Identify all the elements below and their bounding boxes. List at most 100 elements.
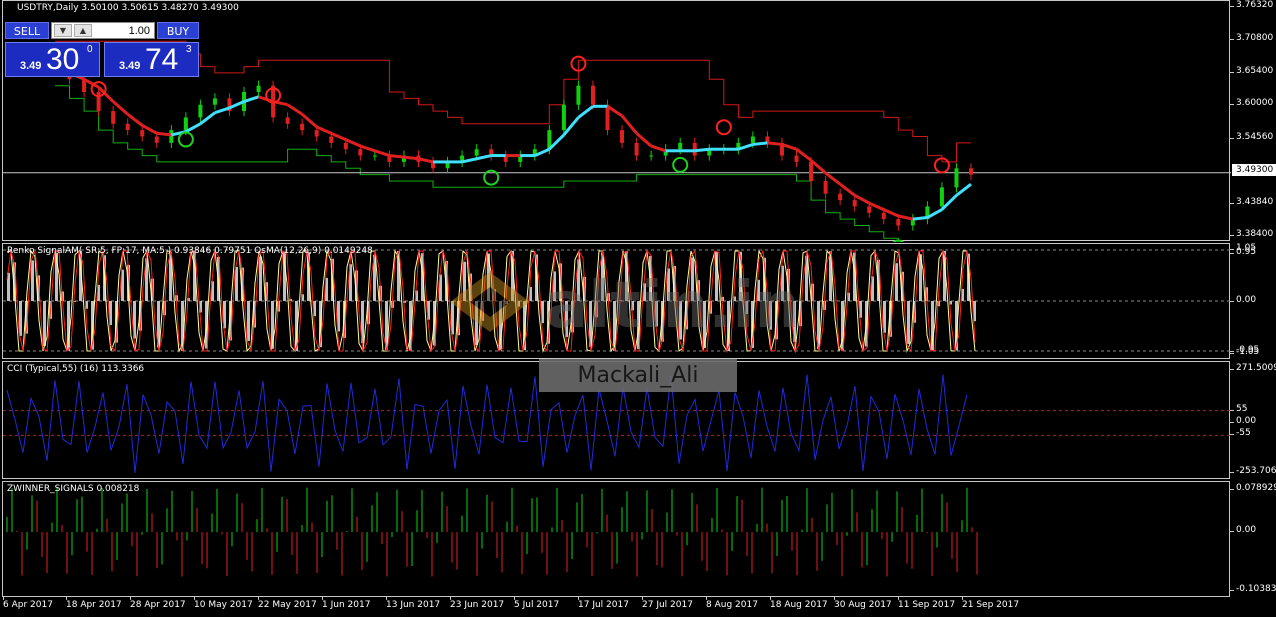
renko-histogram-bar [895, 263, 898, 301]
date-tick: 28 Apr 2017 [130, 597, 186, 610]
ma-line-segment [156, 131, 172, 137]
ma-line-segment [228, 100, 245, 110]
ma-line-segment [534, 147, 550, 157]
candle-body [750, 136, 755, 143]
sell-button[interactable]: SELL [5, 22, 49, 39]
altin-watermark-logo: altin.in [450, 269, 800, 342]
ma-line-segment [562, 116, 580, 136]
lot-size-input[interactable] [94, 23, 150, 38]
candle-body [620, 130, 625, 143]
zwinner-pane[interactable]: ZWINNER_SIGNALS 0.008218 [2, 481, 1230, 597]
date-tick: 18 Apr 2017 [66, 597, 122, 610]
zwinner-chart[interactable] [3, 482, 1231, 598]
sell-quote-prefix: 3.49 [20, 60, 42, 72]
price-axis: 3.76320 3.70800 3.65400 3.60000 3.54560 … [1229, 0, 1276, 241]
zwinner-axis: 0.078929 0.00 -0.103838 [1229, 481, 1276, 597]
ma-line-segment [810, 159, 827, 175]
candle-body [881, 212, 886, 220]
ma-line-segment [897, 214, 914, 221]
ma-line-segment [199, 111, 216, 125]
ma-line-segment [650, 144, 667, 153]
candle-body [838, 193, 843, 201]
buy-quote-fraction: 3 [186, 44, 192, 55]
ma-line-segment [883, 208, 899, 218]
lot-size-field: ▼ ▲ [51, 22, 155, 39]
sell-quote[interactable]: 3.49 30 0 [5, 42, 100, 77]
price-tick: 3.54560 [1229, 132, 1274, 142]
renko-histogram-bar [259, 256, 262, 301]
cci-tick: -253.7067 [1229, 466, 1276, 476]
ma-line-segment [112, 100, 129, 116]
ma-line-segment [345, 138, 361, 148]
ma-line-segment [752, 141, 768, 146]
candle-body [343, 142, 348, 150]
ma-line-segment [141, 124, 158, 135]
zw-tick: 0.00 [1229, 525, 1257, 535]
price-tick: 3.70800 [1229, 33, 1274, 43]
ma-line-segment [795, 148, 812, 162]
date-tick: 10 May 2017 [194, 597, 253, 610]
cci-line [6, 374, 968, 473]
buy-quote-prefix: 3.49 [119, 60, 141, 72]
date-tick: 21 Sep 2017 [962, 597, 1020, 610]
candle-body [314, 130, 319, 137]
cci-tick: -55 [1230, 428, 1251, 438]
ma-line-segment [694, 147, 710, 153]
candle-body [285, 117, 290, 124]
candle-body [372, 155, 377, 157]
ma-line-segment [853, 193, 870, 205]
ma-line-segment [781, 143, 797, 151]
candle-body [329, 136, 334, 143]
buy-quote-pips: 74 [145, 43, 179, 76]
chart-title: USDTRY,Daily 3.50100 3.50615 3.48270 3.4… [17, 3, 239, 13]
ma-line-segment [185, 122, 202, 134]
ma-line-segment [548, 133, 565, 151]
ma-line-segment [374, 149, 390, 157]
candle-body [678, 142, 683, 150]
ma-line-segment [824, 171, 842, 186]
candle-body [590, 85, 595, 105]
renko-histogram-bar [19, 301, 22, 336]
ma-line-segment [620, 114, 638, 135]
author-label: Mackali_Ali [539, 359, 737, 392]
lot-decrease-icon[interactable]: ▼ [54, 24, 72, 37]
renko-histogram-bar [43, 301, 46, 347]
ma-line-segment [243, 95, 260, 103]
ma-line-segment [839, 182, 856, 197]
buy-quote[interactable]: 3.49 74 3 [104, 42, 199, 77]
ma-line-segment [418, 157, 434, 164]
renko-histogram-bar [907, 301, 910, 344]
candle-body [823, 180, 828, 194]
cci-axis: 271.5009 55 0.00 -55 -253.7067 [1229, 361, 1276, 479]
lot-increase-icon[interactable]: ▲ [74, 24, 92, 37]
ma-line-segment [214, 106, 230, 115]
candle-body [198, 104, 203, 118]
ma-line-segment [912, 216, 928, 221]
candle-body [954, 168, 959, 188]
ma-line-segment [940, 194, 958, 211]
candle-body [634, 142, 639, 156]
date-tick: 18 Aug 2017 [770, 597, 828, 610]
price-tick: 3.38400 [1229, 229, 1274, 239]
renko-histogram-bar [235, 266, 238, 301]
one-click-trade-panel: SELL ▼ ▲ BUY 3.49 30 0 3.49 74 3 [5, 22, 199, 77]
date-tick: 17 Jul 2017 [578, 597, 629, 610]
sell-signal-icon [715, 119, 732, 136]
ma-line-segment [635, 132, 653, 148]
ma-line-segment [301, 113, 318, 129]
ma-line-segment [316, 125, 332, 135]
renko-tick: 0.00 [1229, 295, 1257, 305]
candle-body [125, 123, 130, 131]
ma-line-segment [403, 155, 419, 161]
ma-line-segment [577, 105, 594, 119]
candle-body [300, 123, 305, 131]
ma-line-segment [868, 201, 885, 211]
candle-body [852, 200, 857, 207]
sell-quote-pips: 30 [46, 43, 80, 76]
candle-body [96, 92, 101, 112]
cci-tick: 55 [1229, 404, 1248, 414]
buy-button[interactable]: BUY [157, 22, 199, 39]
cci-tick: 0.00 [1229, 416, 1257, 426]
date-tick: 30 Aug 2017 [834, 597, 892, 610]
ma-line-segment [126, 113, 144, 127]
